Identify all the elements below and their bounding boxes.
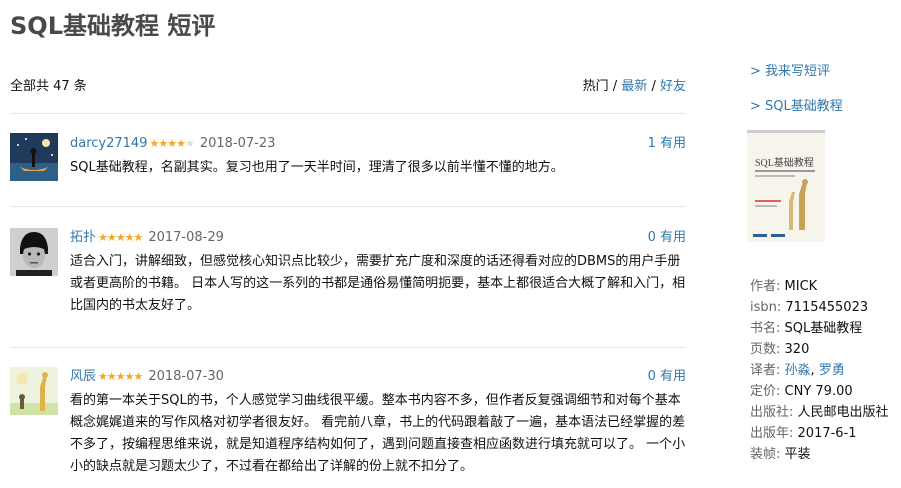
rating-stars: ★★★★★ xyxy=(98,370,143,383)
info-pages: 页数: 320 xyxy=(750,342,810,357)
rating-stars: ★★★★★ xyxy=(98,231,143,244)
comment-count: 全部共 47 条 xyxy=(10,79,87,94)
sort-new[interactable]: 最新 xyxy=(621,79,647,94)
comment-text: SQL基础教程，名副其实。复习也用了一天半时间，理清了很多以前半懂不懂的地方。 xyxy=(70,160,564,175)
comment-item: 拓扑 ★★★★★ 2017-08-29 0 有用 适合入门，讲解细致，但感觉核心… xyxy=(10,206,686,347)
info-binding: 装帧: 平装 xyxy=(750,447,811,462)
avatar[interactable] xyxy=(10,367,58,415)
sort-separator: / xyxy=(647,79,660,94)
vote-button[interactable]: 0 有用 xyxy=(648,228,686,248)
sort-separator: / xyxy=(608,79,622,94)
comment-section: 全部共 47 条 热门 / 最新 / 好友 darcy27149 ★★★★★ 2… xyxy=(10,76,686,488)
info-translator: 译者: 孙淼, 罗勇 xyxy=(750,363,845,378)
comment-user[interactable]: 拓扑 xyxy=(70,228,96,248)
vote-button[interactable]: 1 有用 xyxy=(648,134,686,154)
avatar-image xyxy=(10,133,58,181)
comment-user[interactable]: 风辰 xyxy=(70,367,96,387)
info-publisher: 出版社: 人民邮电出版社 xyxy=(750,405,889,420)
write-comment-link[interactable]: > 我来写短评 xyxy=(750,62,900,82)
comment-date: 2018-07-30 xyxy=(148,369,224,384)
book-cover[interactable]: SQL基础教程 xyxy=(747,130,825,242)
comment-item: 风辰 ★★★★★ 2018-07-30 0 有用 看的第一本关于SQL的书，个人… xyxy=(10,347,686,488)
comment-item: darcy27149 ★★★★★ 2018-07-23 1 有用 SQL基础教程… xyxy=(10,113,686,206)
translator-link[interactable]: 孙淼 xyxy=(785,363,811,378)
comment-user[interactable]: darcy27149 xyxy=(70,134,147,154)
avatar-image xyxy=(10,367,58,415)
vote-button[interactable]: 0 有用 xyxy=(648,367,686,387)
translator-link[interactable]: 罗勇 xyxy=(819,363,845,378)
summary-bar: 全部共 47 条 热门 / 最新 / 好友 xyxy=(10,76,686,98)
comment-text: 看的第一本关于SQL的书，个人感觉学习曲线很平缓。整本书内容不多，但作者反复强调… xyxy=(70,393,686,474)
info-author: 作者: MICK xyxy=(750,279,818,294)
book-link[interactable]: > SQL基础教程 xyxy=(750,97,900,117)
avatar[interactable] xyxy=(10,228,58,276)
comment-date: 2018-07-23 xyxy=(199,136,276,151)
book-cover-image: SQL基础教程 xyxy=(747,130,825,242)
book-info: 作者: MICK isbn: 7115455023 书名: SQL基础教程 页数… xyxy=(750,276,889,465)
rating-stars: ★★★★★ xyxy=(149,137,194,150)
sort-hot[interactable]: 热门 xyxy=(583,79,609,94)
info-isbn: isbn: 7115455023 xyxy=(750,300,869,315)
cover-title: SQL基础教程 xyxy=(755,156,814,169)
info-pubyear: 出版年: 2017-6-1 xyxy=(750,426,857,441)
page-title: SQL基础教程 短评 xyxy=(10,12,216,40)
comment-text: 适合入门，讲解细致，但感觉核心知识点比较少，需要扩充广度和深度的话还得看对应的D… xyxy=(70,254,686,313)
avatar-image xyxy=(10,228,58,276)
sort-tabs: 热门 / 最新 / 好友 xyxy=(583,76,686,98)
avatar[interactable] xyxy=(10,133,58,181)
sidebar: > 我来写短评 > SQL基础教程 xyxy=(750,62,900,117)
sort-friends[interactable]: 好友 xyxy=(660,79,686,94)
info-price: 定价: CNY 79.00 xyxy=(750,384,853,399)
info-title: 书名: SQL基础教程 xyxy=(750,321,863,336)
comment-date: 2017-08-29 xyxy=(148,230,224,245)
